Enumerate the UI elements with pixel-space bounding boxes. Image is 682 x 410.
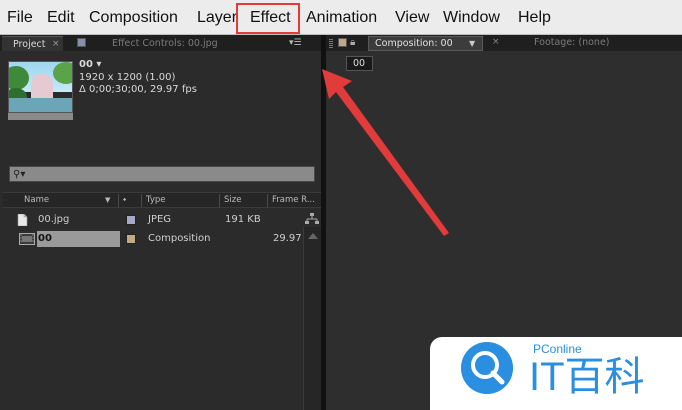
watermark-mark: IT百科 bbox=[529, 355, 645, 399]
magnifier-logo-icon bbox=[461, 342, 513, 394]
